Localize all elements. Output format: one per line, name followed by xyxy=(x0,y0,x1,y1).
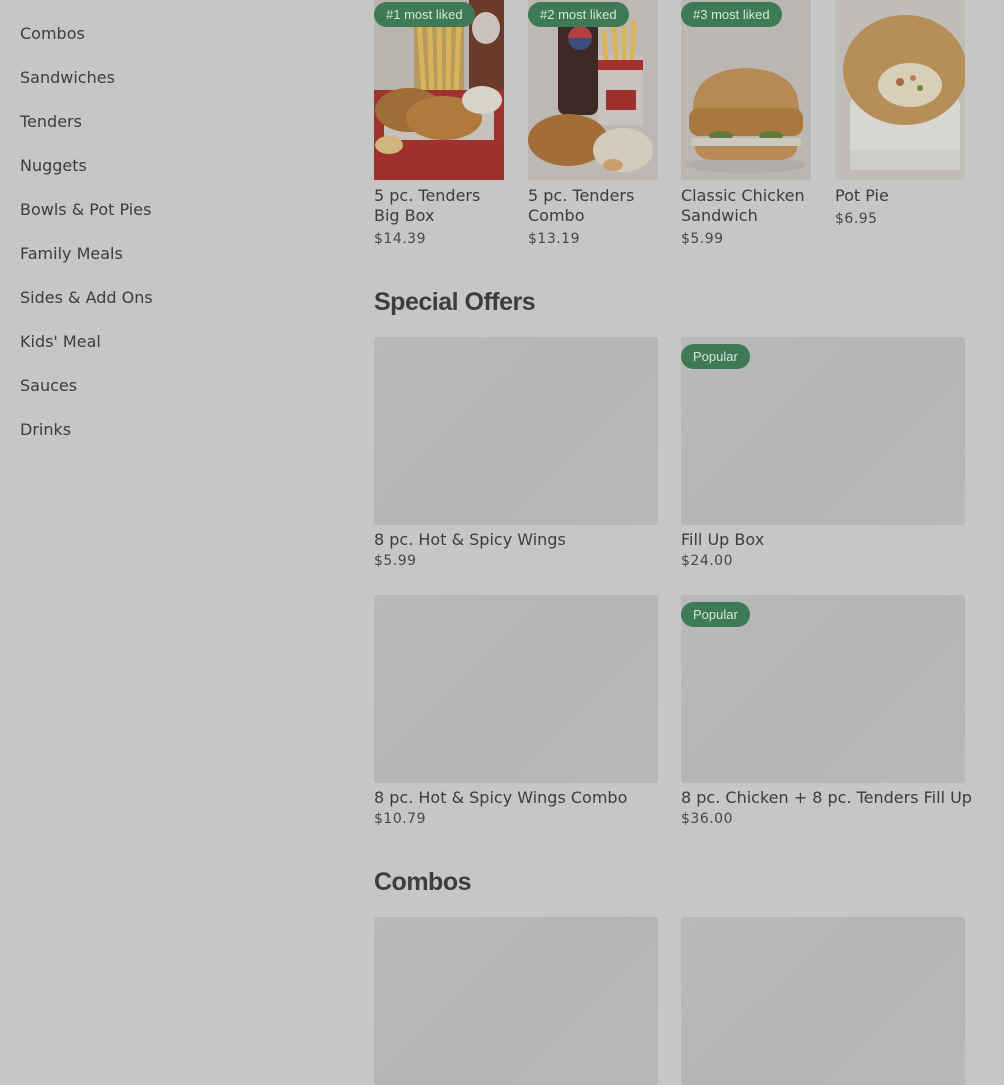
offer-price: $36.00 xyxy=(681,811,733,827)
tenders-combo-image xyxy=(528,0,658,180)
most-liked-badge: #3 most liked xyxy=(681,2,782,27)
combo-image-placeholder xyxy=(374,917,658,1085)
offer-image-placeholder xyxy=(374,337,658,525)
menu-item-name: Classic Chicken Sandwich xyxy=(681,186,805,225)
offer-price: $5.99 xyxy=(374,553,417,569)
offer-price: $24.00 xyxy=(681,553,733,569)
special-offers-heading: Special Offers xyxy=(374,288,536,316)
sidebar-item-kids-meal[interactable]: Kids' Meal xyxy=(20,332,101,352)
menu-item-price: $5.99 xyxy=(681,231,724,247)
sidebar-item-family-meals[interactable]: Family Meals xyxy=(20,244,123,264)
menu-item-name: 5 pc. Tenders Combo xyxy=(528,186,635,225)
popular-badge: Popular xyxy=(681,344,750,369)
sidebar-item-sides-add-ons[interactable]: Sides & Add Ons xyxy=(20,288,153,308)
menu-item-price: $13.19 xyxy=(528,231,580,247)
category-sidebar: Combos Sandwiches Tenders Nuggets Bowls … xyxy=(0,0,330,1085)
sidebar-item-tenders[interactable]: Tenders xyxy=(20,112,82,132)
offer-image-placeholder xyxy=(374,595,658,783)
combos-heading: Combos xyxy=(374,868,472,896)
classic-chicken-sandwich-image xyxy=(681,0,811,180)
sidebar-item-drinks[interactable]: Drinks xyxy=(20,420,71,440)
sidebar-item-combos[interactable]: Combos xyxy=(20,24,85,44)
sidebar-item-sauces[interactable]: Sauces xyxy=(20,376,77,396)
tenders-big-box-image xyxy=(374,0,504,180)
offer-price: $10.79 xyxy=(374,811,426,827)
menu-item-name: Pot Pie xyxy=(835,186,889,205)
offer-name: 8 pc. Hot & Spicy Wings xyxy=(374,530,566,549)
sidebar-item-bowls-pot-pies[interactable]: Bowls & Pot Pies xyxy=(20,200,151,220)
sidebar-item-sandwiches[interactable]: Sandwiches xyxy=(20,68,115,88)
menu-item-price: $6.95 xyxy=(835,211,878,227)
offer-name: Fill Up Box xyxy=(681,530,765,549)
menu-item-price: $14.39 xyxy=(374,231,426,247)
combo-image-placeholder xyxy=(681,917,965,1085)
most-liked-badge: #1 most liked xyxy=(374,2,475,27)
offer-name: 8 pc. Chicken + 8 pc. Tenders Fill Up xyxy=(681,788,972,807)
offer-name: 8 pc. Hot & Spicy Wings Combo xyxy=(374,788,628,807)
popular-badge: Popular xyxy=(681,602,750,627)
menu-item-name: 5 pc. Tenders Big Box xyxy=(374,186,481,225)
most-liked-badge: #2 most liked xyxy=(528,2,629,27)
pot-pie-image xyxy=(835,0,965,180)
sidebar-item-nuggets[interactable]: Nuggets xyxy=(20,156,87,176)
